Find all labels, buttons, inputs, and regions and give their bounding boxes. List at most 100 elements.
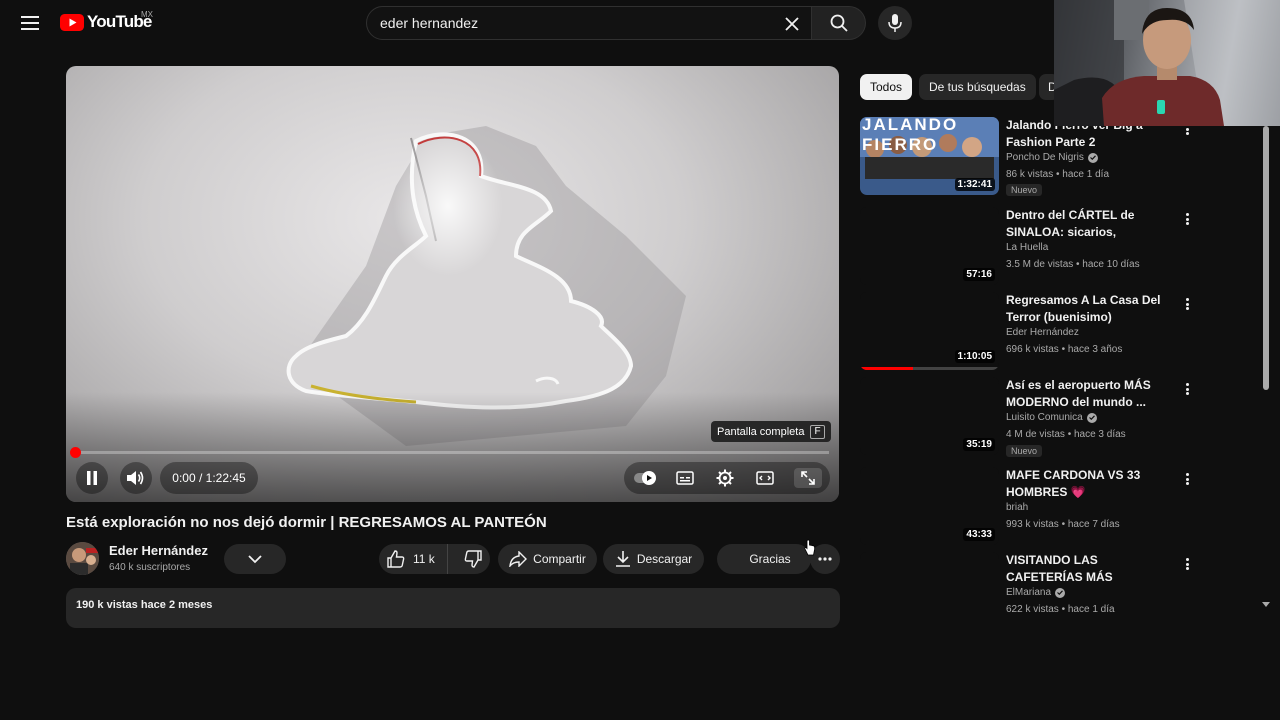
channel-avatar[interactable]: [66, 542, 99, 575]
recommendation-channel[interactable]: Eder Hernández: [1006, 327, 1079, 338]
theater-mode-button[interactable]: [756, 470, 774, 486]
more-options-button[interactable]: [1180, 211, 1194, 227]
pause-button[interactable]: [76, 462, 108, 494]
fullscreen-icon: [801, 471, 815, 485]
recommendation-channel[interactable]: Luisito Comunica: [1006, 412, 1097, 423]
menu-button[interactable]: [16, 9, 44, 37]
video-thumbnail[interactable]: [860, 552, 999, 616]
recommendation-meta: 622 k vistas • hace 1 día: [1006, 604, 1115, 615]
thanks-button[interactable]: Gracias: [717, 544, 811, 574]
more-options-button[interactable]: [1180, 296, 1194, 312]
recommendation-item[interactable]: 43:33 MAFE CARDONA VS 33 HOMBRES 💗 briah…: [860, 467, 1200, 553]
country-code: MX: [141, 10, 153, 19]
settings-button[interactable]: [716, 469, 734, 487]
settings-gear-icon: [716, 469, 734, 487]
recommendation-title[interactable]: VISITANDO LAS CAFETERÍAS MÁS EXTRAÑAS DE…: [1006, 552, 1176, 586]
clear-search-button[interactable]: [781, 13, 803, 35]
recommendation-title[interactable]: MAFE CARDONA VS 33 HOMBRES 💗: [1006, 467, 1176, 501]
recommendation-meta: 86 k vistas • hace 1 día: [1006, 169, 1110, 180]
channel-name[interactable]: Eder Hernández: [109, 543, 208, 558]
channel-label: Poncho De Nigris: [1006, 152, 1084, 163]
recommendation-item[interactable]: 57:16 Dentro del CÁRTEL de SINALOA: sica…: [860, 207, 1200, 293]
subtitles-icon: [676, 471, 694, 485]
verified-icon: [1055, 587, 1066, 598]
recommendation-item[interactable]: VISITANDO LAS CAFETERÍAS MÁS EXTRAÑAS DE…: [860, 552, 1200, 616]
video-title: Está exploración no nos dejó dormir | RE…: [66, 514, 547, 531]
avatar-image: [66, 542, 99, 575]
download-button[interactable]: Descargar: [603, 544, 704, 574]
autoplay-toggle[interactable]: [634, 470, 658, 486]
channel-label: La Huella: [1006, 242, 1049, 253]
scroll-down-arrow-icon[interactable]: [1262, 602, 1270, 607]
more-vertical-icon: [1185, 383, 1189, 386]
video-thumbnail[interactable]: 1:10:05: [860, 292, 999, 370]
progress-scrubber[interactable]: [70, 447, 81, 458]
video-thumbnail[interactable]: 43:33: [860, 467, 999, 545]
recommendation-item[interactable]: 35:19 Así es el aeropuerto MÁS MODERNO d…: [860, 377, 1200, 463]
recommendation-channel[interactable]: briah: [1006, 502, 1028, 513]
recommendation-channel[interactable]: La Huella: [1006, 242, 1048, 253]
recommendation-meta: 993 k vistas • hace 7 días: [1006, 519, 1120, 530]
webcam-image: [1054, 0, 1280, 126]
like-button[interactable]: 11 k: [387, 544, 448, 574]
video-duration: 57:16: [963, 268, 995, 281]
share-label: Compartir: [533, 552, 586, 566]
video-player[interactable]: Pantalla completa F 0:00 / 1:22:45: [66, 66, 839, 502]
recommendation-item[interactable]: 1:10:05 Regresamos A La Casa Del Terror …: [860, 292, 1200, 378]
channel-label: Eder Hernández: [1006, 327, 1079, 338]
recommendation-meta: 4 M de vistas • hace 3 días: [1006, 429, 1126, 440]
more-vertical-icon: [1185, 558, 1189, 561]
thumbnail-text: JALANDO FIERRO: [862, 117, 959, 154]
video-duration: 1:32:41: [954, 178, 995, 191]
share-button[interactable]: Compartir: [498, 544, 597, 574]
more-vertical-icon: [1185, 473, 1189, 476]
recommendation-title[interactable]: Dentro del CÁRTEL de SINALOA: sicarios, …: [1006, 207, 1176, 241]
channel-label: ElMariana: [1006, 587, 1052, 598]
youtube-logo[interactable]: YouTube: [60, 12, 152, 32]
recommendation-item[interactable]: JALANDO FIERRO 1:32:41 Jalando Fierro ve…: [860, 117, 1200, 203]
description-meta: 190 k vistas hace 2 meses: [76, 599, 213, 611]
recommendation-channel[interactable]: Poncho De Nigris: [1006, 152, 1098, 163]
recommendation-title[interactable]: Regresamos A La Casa Del Terror (buenisi…: [1006, 292, 1176, 326]
video-thumbnail[interactable]: 35:19: [860, 377, 999, 455]
more-vertical-icon: [1185, 213, 1189, 216]
search-box[interactable]: [366, 6, 812, 40]
sidebar-scrollbar[interactable]: [1263, 126, 1269, 390]
volume-button[interactable]: [120, 462, 152, 494]
right-controls: [624, 462, 830, 494]
thumbs-up-icon: [387, 550, 405, 568]
voice-search-button[interactable]: [878, 6, 912, 40]
dislike-button[interactable]: [454, 550, 482, 568]
recommendation-title[interactable]: Así es el aeropuerto MÁS MODERNO del mun…: [1006, 377, 1176, 411]
video-thumbnail[interactable]: 57:16: [860, 207, 999, 285]
new-badge: Nuevo: [1006, 184, 1043, 196]
progress-bar[interactable]: [76, 451, 829, 454]
autoplay-toggle-icon: [634, 471, 656, 485]
recommendation-channel[interactable]: ElMariana: [1006, 587, 1066, 598]
more-horizontal-icon: [818, 557, 832, 561]
video-thumbnail[interactable]: JALANDO FIERRO 1:32:41: [860, 117, 999, 195]
search-icon: [830, 14, 848, 32]
fullscreen-button[interactable]: [794, 468, 822, 488]
watch-progress-fill: [860, 367, 913, 370]
more-options-button[interactable]: [1180, 381, 1194, 397]
webcam-overlay: [1054, 0, 1280, 126]
like-count: 11 k: [413, 552, 435, 566]
subtitles-button[interactable]: [676, 470, 694, 486]
download-label: Descargar: [636, 552, 693, 566]
more-options-button[interactable]: [1180, 556, 1194, 572]
chip-from-searches[interactable]: De tus búsquedas: [919, 74, 1036, 100]
chip-all[interactable]: Todos: [860, 74, 913, 100]
description-box[interactable]: 190 k vistas hace 2 meses: [66, 588, 840, 628]
new-badge: Nuevo: [1006, 445, 1043, 457]
search-input[interactable]: [380, 15, 760, 31]
more-options-button[interactable]: [1180, 471, 1194, 487]
subscribe-dropdown[interactable]: [224, 544, 286, 574]
channel-subscribers: 640 k suscriptores: [109, 562, 191, 573]
channel-label: Luisito Comunica: [1006, 412, 1083, 423]
search-button[interactable]: [812, 6, 866, 40]
volume-icon: [127, 471, 144, 485]
time-display: 0:00 / 1:22:45: [160, 462, 258, 494]
verified-icon: [1087, 152, 1098, 163]
chevron-down-icon: [248, 555, 262, 564]
